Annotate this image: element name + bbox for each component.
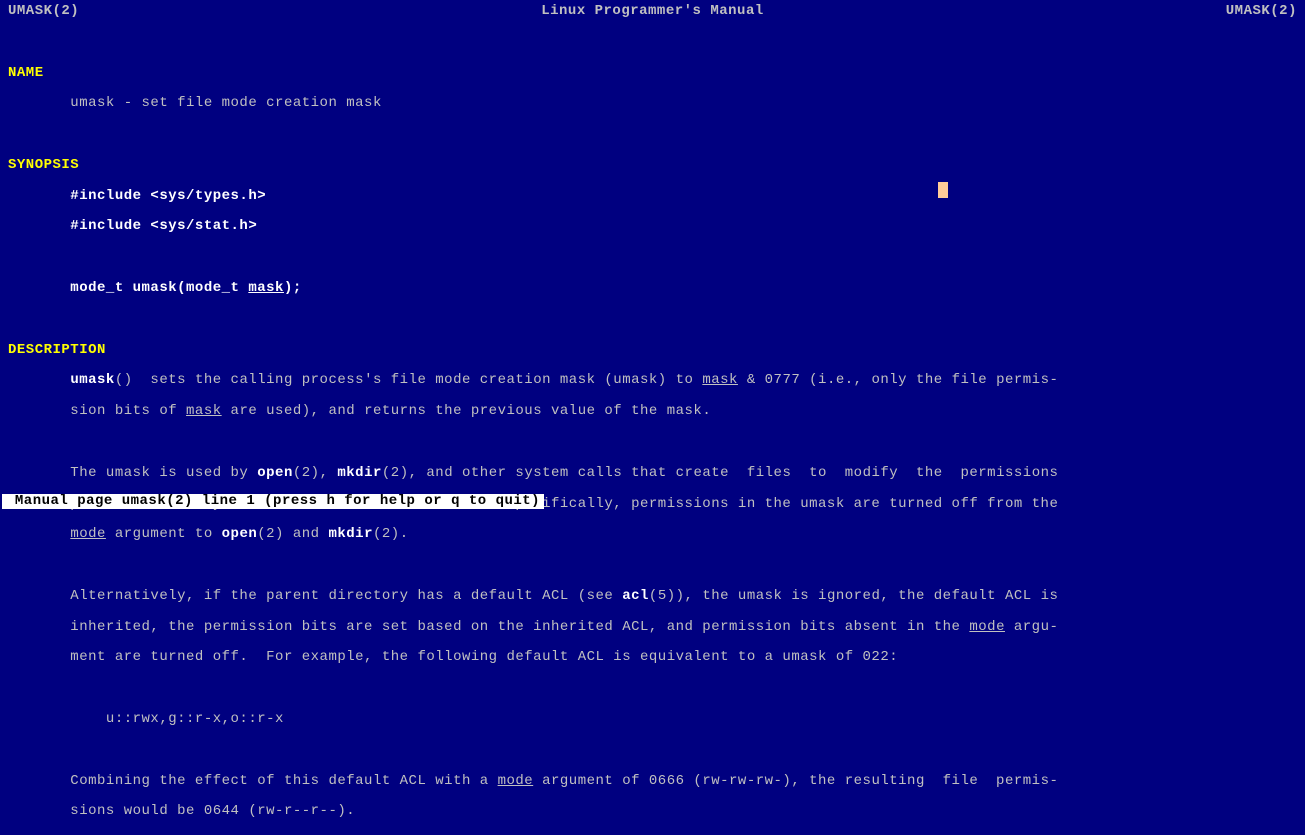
section-synopsis-heading: SYNOPSIS	[8, 158, 1297, 173]
section-description-heading: DESCRIPTION	[8, 343, 1297, 358]
desc-line: Combining the effect of this default ACL…	[8, 774, 1297, 789]
blank-line	[8, 312, 1297, 327]
blank-line	[8, 250, 1297, 265]
desc-line: sions would be 0644 (rw-r--r--).	[8, 804, 1297, 819]
manpage-body: NAME umask - set file mode creation mask…	[2, 19, 1303, 835]
blank-line	[8, 558, 1297, 573]
desc-line: sion bits of mask are used), and returns…	[8, 404, 1297, 419]
synopsis-include1: #include <sys/types.h>	[8, 189, 1297, 204]
name-line: umask - set file mode creation mask	[8, 96, 1297, 111]
blank-line	[8, 681, 1297, 696]
synopsis-signature: mode_t umask(mode_t mask);	[8, 281, 1297, 296]
desc-line: mode argument to open(2) and mkdir(2).	[8, 527, 1297, 542]
header-right: UMASK(2)	[1226, 4, 1297, 19]
desc-line: ment are turned off. For example, the fo…	[8, 650, 1297, 665]
desc-line: umask() sets the calling process's file …	[8, 373, 1297, 388]
header-left: UMASK(2)	[8, 4, 79, 19]
synopsis-include2: #include <sys/stat.h>	[8, 219, 1297, 234]
desc-acl-example: u::rwx,g::r-x,o::r-x	[8, 712, 1297, 727]
header-center: Linux Programmer's Manual	[541, 4, 764, 19]
pager-status-bar[interactable]: Manual page umask(2) line 1 (press h for…	[2, 494, 544, 509]
blank-line	[8, 743, 1297, 758]
manpage-header: UMASK(2) Linux Programmer's Manual UMASK…	[2, 2, 1303, 19]
text-cursor	[938, 182, 948, 198]
section-name-heading: NAME	[8, 66, 1297, 81]
blank-line	[8, 127, 1297, 142]
desc-line: The umask is used by open(2), mkdir(2), …	[8, 466, 1297, 481]
blank-line	[8, 435, 1297, 450]
blank-line	[8, 35, 1297, 50]
desc-line: inherited, the permission bits are set b…	[8, 620, 1297, 635]
desc-line: Alternatively, if the parent directory h…	[8, 589, 1297, 604]
